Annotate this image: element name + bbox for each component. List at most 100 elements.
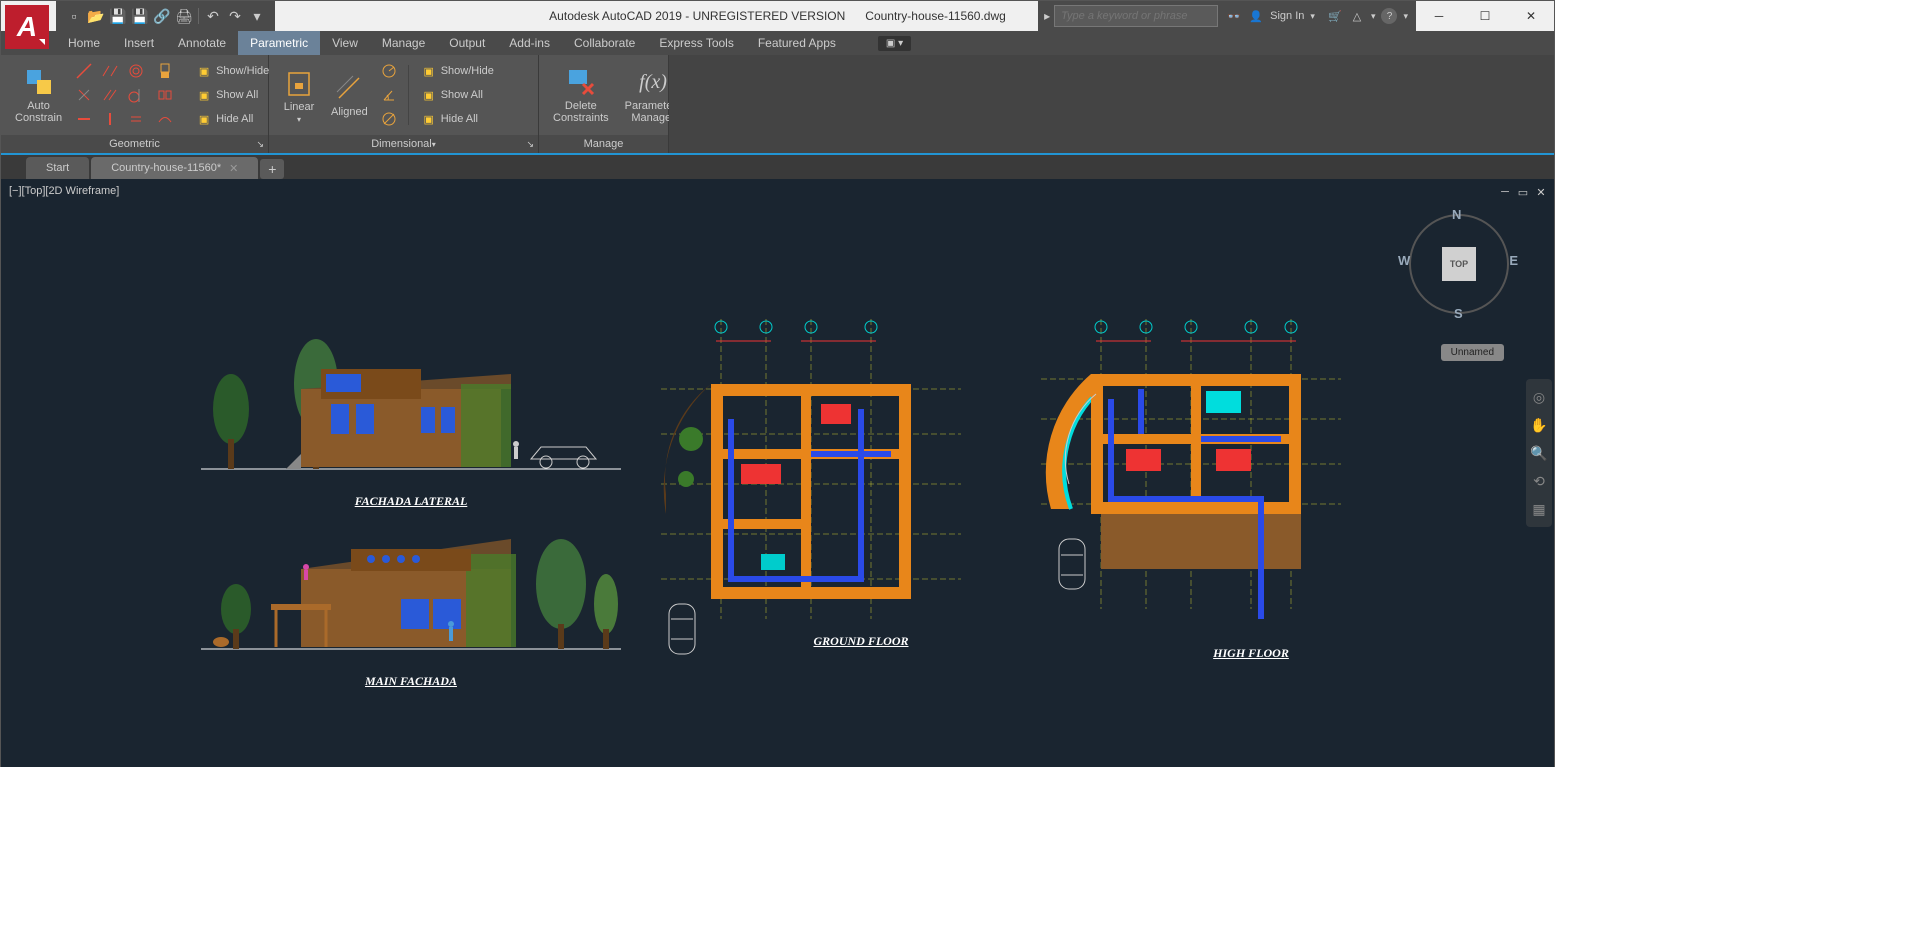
quick-access-toolbar: ▫ 📂 💾 💾 🔗 🖨 ↶ ↷ ▾ (56, 1, 275, 31)
tangent-icon[interactable] (124, 84, 148, 106)
person-icon[interactable]: 👤 (1248, 8, 1264, 24)
horizontal-icon[interactable] (72, 108, 96, 130)
symmetric-icon[interactable] (154, 84, 176, 106)
open-icon[interactable]: 📂 (86, 6, 106, 26)
web-icon[interactable]: 🔗 (152, 6, 172, 26)
tab-start[interactable]: Start (26, 157, 89, 179)
steering-wheel-icon[interactable]: ◎ (1529, 387, 1549, 407)
menu-output[interactable]: Output (437, 31, 497, 55)
menu-home[interactable]: Home (56, 31, 112, 55)
geo-showall-label: Show All (216, 89, 258, 101)
tab-document[interactable]: Country-house-11560*✕ (91, 157, 258, 179)
auto-constrain-button[interactable]: Auto Constrain (9, 59, 68, 131)
linear-label: Linear (284, 101, 315, 113)
panel-launcher-icon[interactable]: ↘ (526, 139, 534, 150)
redo-icon[interactable]: ↷ (225, 6, 245, 26)
vp-minimize-icon[interactable]: ─ (1498, 185, 1512, 199)
compass-w[interactable]: W (1398, 253, 1410, 268)
aligned-button[interactable]: Aligned (325, 59, 374, 131)
menu-addins[interactable]: Add-ins (497, 31, 562, 55)
showmotion-icon[interactable]: ▦ (1529, 499, 1549, 519)
concentric-icon[interactable] (124, 60, 148, 82)
drawing-plan-ground: GROUND FLOOR (661, 319, 981, 649)
dim-hideall-button[interactable]: ▣Hide All (417, 108, 498, 130)
delete-constraints-icon (565, 66, 597, 98)
document-tabs: Start Country-house-11560*✕ + (1, 155, 1554, 179)
compass-e[interactable]: E (1509, 253, 1518, 268)
geo-showhide-button[interactable]: ▣Show/Hide (192, 60, 273, 82)
help-icon[interactable]: ? (1381, 8, 1397, 24)
dim-showhide-button[interactable]: ▣Show/Hide (417, 60, 498, 82)
elevation-2-label: MAIN FACHADA (201, 674, 621, 689)
delete-constraints-button[interactable]: Delete Constraints (547, 59, 615, 131)
tab-close-icon[interactable]: ✕ (229, 162, 238, 175)
compass-s[interactable]: S (1454, 306, 1463, 321)
vp-maximize-icon[interactable]: ▭ (1516, 185, 1530, 199)
vp-close-icon[interactable]: ✕ (1534, 185, 1548, 199)
geo-hideall-button[interactable]: ▣Hide All (192, 108, 273, 130)
minimize-button[interactable]: ─ (1416, 1, 1462, 31)
drawing-canvas[interactable]: [−][Top][2D Wireframe] ─ ▭ ✕ N S E W TOP… (1, 179, 1554, 767)
menu-express-tools[interactable]: Express Tools (647, 31, 745, 55)
viewcube-face[interactable]: TOP (1442, 247, 1476, 281)
vertical-icon[interactable] (98, 108, 122, 130)
hideall-icon: ▣ (196, 111, 212, 127)
plot-icon[interactable]: 🖨 (174, 6, 194, 26)
panel-geometric-label[interactable]: Geometric↘ (1, 135, 268, 153)
equal-icon[interactable] (124, 108, 148, 130)
diameter-icon[interactable] (378, 108, 400, 130)
drawing-elevation-main: MAIN FACHADA (201, 499, 621, 689)
dimensional-visibility: ▣Show/Hide ▣Show All ▣Hide All (417, 60, 498, 130)
menu-parametric[interactable]: Parametric (238, 31, 320, 55)
collinear-icon[interactable] (98, 60, 122, 82)
menu-annotate[interactable]: Annotate (166, 31, 238, 55)
menu-manage[interactable]: Manage (370, 31, 437, 55)
linear-dropdown-icon[interactable]: ▾ (297, 115, 301, 124)
radial-icon[interactable] (378, 60, 400, 82)
signin-dropdown-icon[interactable]: ▾ (1310, 11, 1315, 22)
app-logo[interactable]: A (5, 5, 49, 49)
menu-insert[interactable]: Insert (112, 31, 166, 55)
menu-toggle-icon[interactable]: ▣ ▾ (878, 36, 911, 51)
cart-icon[interactable]: 🛒 (1327, 8, 1343, 24)
panel-dimensional-label[interactable]: Dimensional ▾↘ (269, 135, 538, 153)
undo-icon[interactable]: ↶ (203, 6, 223, 26)
angular-icon[interactable] (378, 84, 400, 106)
panel-geometric: Auto Constrain (1, 55, 269, 153)
saveas-icon[interactable]: 💾 (130, 6, 150, 26)
view-badge[interactable]: Unnamed (1441, 344, 1504, 361)
smooth-icon[interactable] (154, 108, 176, 130)
viewport-controls: ─ ▭ ✕ (1498, 185, 1548, 199)
new-tab-button[interactable]: + (260, 159, 284, 179)
binoculars-icon[interactable]: 👓 (1226, 8, 1242, 24)
search-input[interactable] (1054, 5, 1218, 27)
panel-launcher-icon[interactable]: ↘ (256, 139, 264, 150)
linear-button[interactable]: Linear ▾ (277, 59, 321, 131)
new-icon[interactable]: ▫ (64, 6, 84, 26)
compass-n[interactable]: N (1452, 207, 1461, 222)
geo-showall-button[interactable]: ▣Show All (192, 84, 273, 106)
menu-featured-apps[interactable]: Featured Apps (746, 31, 848, 55)
ribbon: Auto Constrain (1, 55, 1554, 155)
fix-icon[interactable] (154, 60, 176, 82)
dim-showall-button[interactable]: ▣Show All (417, 84, 498, 106)
zoom-icon[interactable]: 🔍 (1529, 443, 1549, 463)
titlebar-right: ▸ 👓 👤 Sign In ▾ 🛒 △ ▾ ? ▾ ─ ☐ ✕ (1038, 1, 1554, 31)
pan-icon[interactable]: ✋ (1529, 415, 1549, 435)
share-icon[interactable]: △ (1349, 8, 1365, 24)
help-dropdown-icon[interactable]: ▾ (1403, 11, 1408, 22)
orbit-icon[interactable]: ⟲ (1529, 471, 1549, 491)
coincident-icon[interactable] (72, 60, 96, 82)
viewport-label[interactable]: [−][Top][2D Wireframe] (9, 185, 119, 197)
close-button[interactable]: ✕ (1508, 1, 1554, 31)
maximize-button[interactable]: ☐ (1462, 1, 1508, 31)
parallel-icon[interactable] (98, 84, 122, 106)
menu-view[interactable]: View (320, 31, 370, 55)
menu-collaborate[interactable]: Collaborate (562, 31, 647, 55)
viewcube[interactable]: N S E W TOP (1404, 209, 1514, 319)
share-dropdown-icon[interactable]: ▾ (1371, 11, 1376, 22)
signin-button[interactable]: Sign In (1270, 10, 1304, 22)
qat-dropdown-icon[interactable]: ▾ (247, 6, 267, 26)
perpendicular-icon[interactable] (72, 84, 96, 106)
save-icon[interactable]: 💾 (108, 6, 128, 26)
